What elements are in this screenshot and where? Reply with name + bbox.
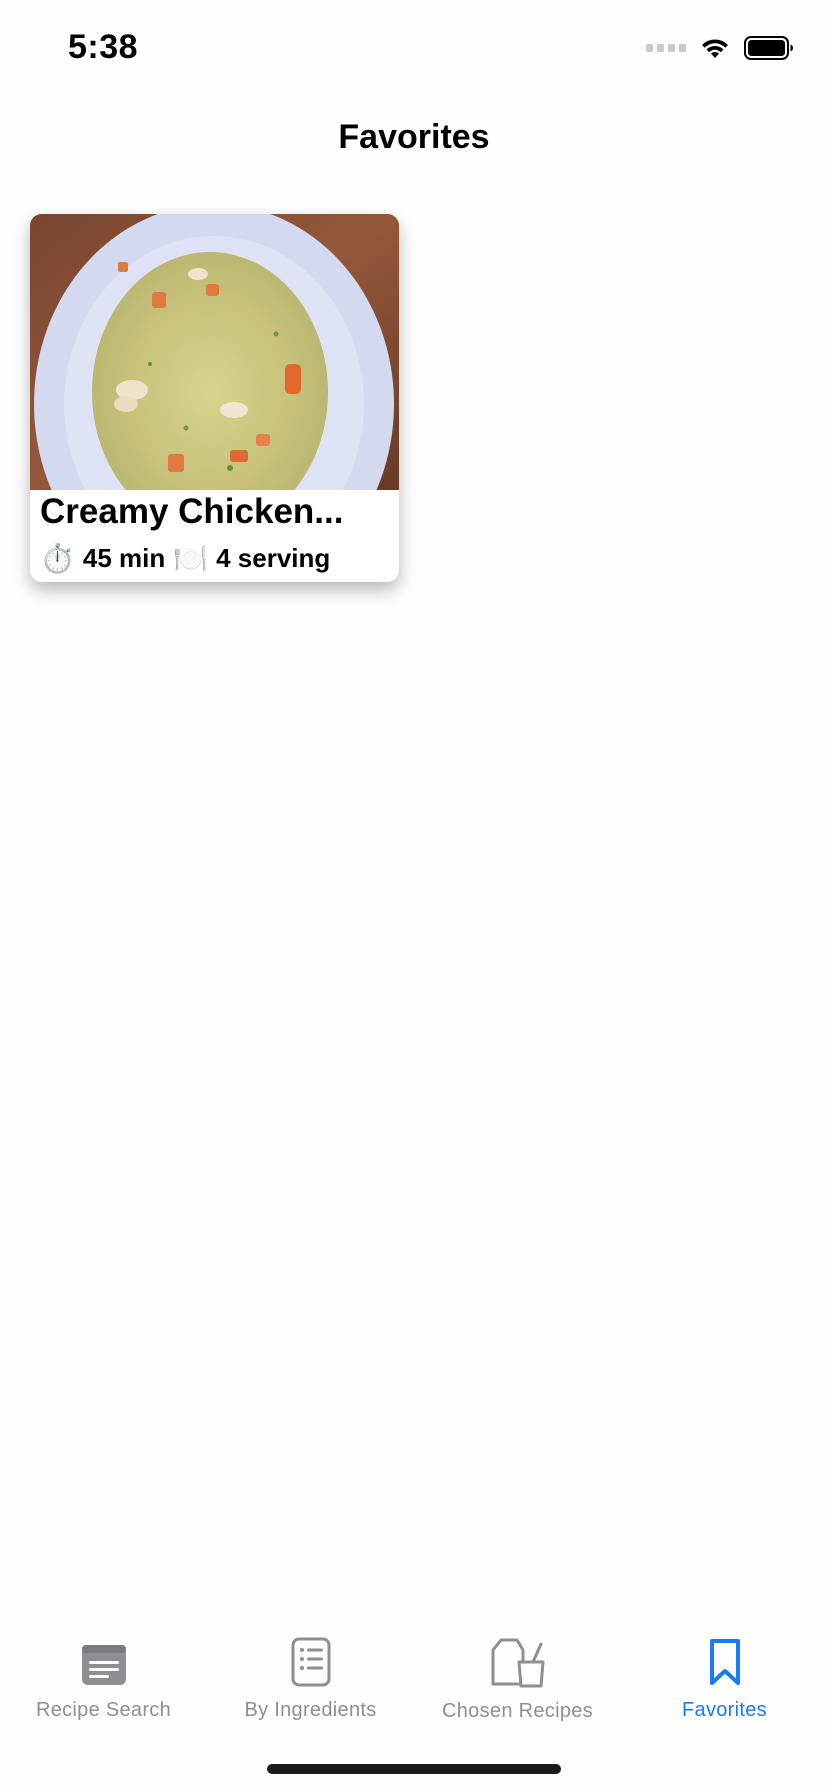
status-time: 5:38 [68, 28, 139, 66]
stopwatch-icon: ⏱️ [40, 543, 75, 574]
tab-by-ingredients[interactable]: By Ingredients [207, 1612, 414, 1722]
recipe-card[interactable]: Creamy Chicken... ⏱️ 45 min 🍽️ 4 serving [30, 214, 399, 582]
tab-recipe-search[interactable]: Recipe Search [0, 1612, 207, 1722]
tab-label: Favorites [682, 1699, 767, 1721]
tab-bar: Recipe Search By Ingredients Chosen Reci… [0, 1612, 828, 1722]
tab-label: Chosen Recipes [442, 1700, 593, 1722]
tab-favorites[interactable]: Favorites [621, 1612, 828, 1722]
cellular-signal-icon [646, 44, 686, 52]
tab-chosen-recipes[interactable]: Chosen Recipes [414, 1612, 621, 1722]
recipe-search-icon [81, 1645, 126, 1685]
recipe-image [30, 214, 399, 490]
battery-icon [744, 36, 793, 60]
tab-label: Recipe Search [35, 1699, 172, 1721]
bookmark-icon [709, 1639, 740, 1685]
recipe-time: 45 min [82, 543, 166, 573]
recipe-title: Creamy Chicken... [40, 492, 344, 531]
plate-icon: 🍽️ [173, 543, 209, 574]
tab-label: By Ingredients [244, 1699, 377, 1721]
wifi-icon [702, 39, 728, 58]
home-indicator[interactable] [267, 1764, 561, 1774]
status-icons [646, 36, 794, 60]
list-icon [291, 1637, 330, 1687]
recipe-servings: 4 serving [216, 543, 331, 573]
page-title: Favorites [338, 118, 490, 156]
blender-icon [491, 1638, 544, 1688]
status-bar: 5:38 [0, 0, 828, 100]
recipe-meta: ⏱️ 45 min 🍽️ 4 serving [40, 542, 330, 575]
